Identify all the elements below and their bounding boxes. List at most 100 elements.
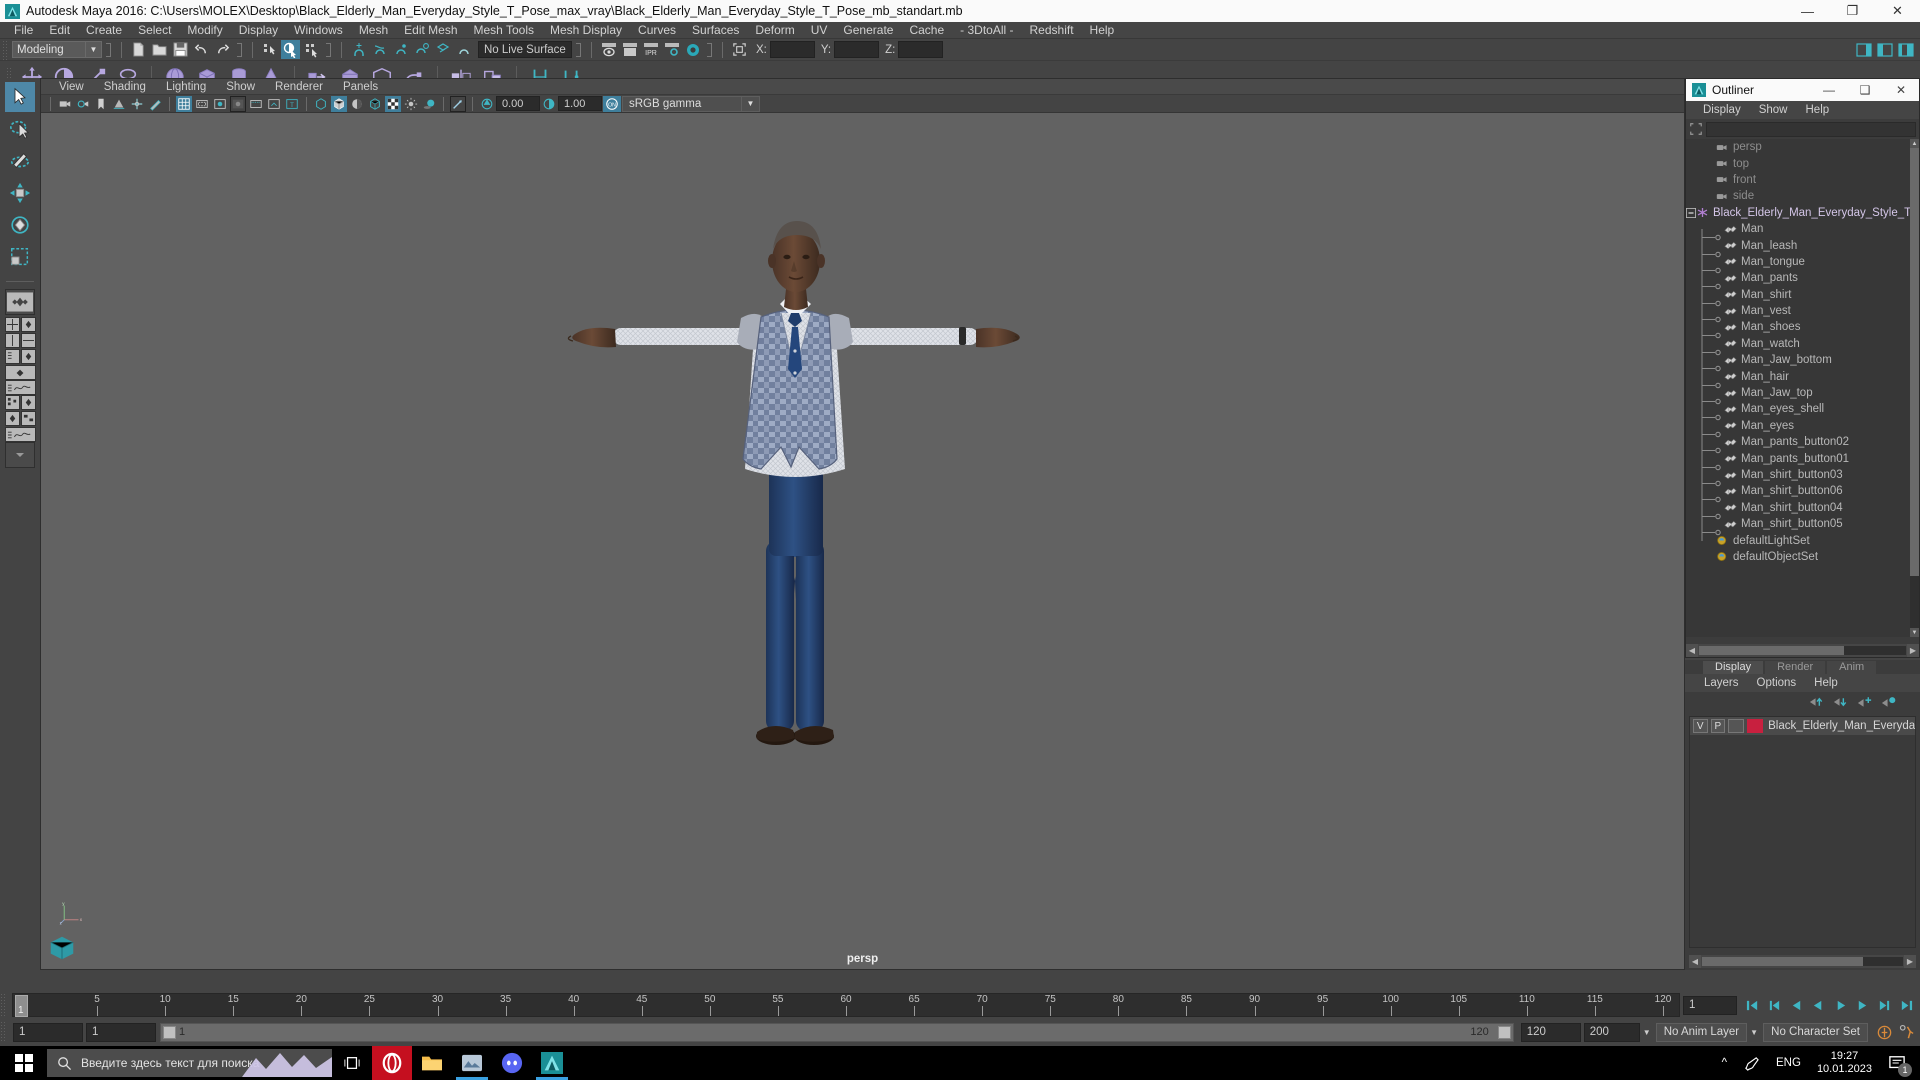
character-set-dropdown-arrow[interactable]: ▼ — [1747, 1023, 1761, 1042]
time-slider-grip[interactable] — [0, 993, 7, 1017]
paint-select-tool-button[interactable] — [5, 146, 35, 176]
outliner-hscroll-track[interactable] — [1699, 646, 1906, 655]
play-backwards-button[interactable] — [1808, 995, 1828, 1015]
outliner-item-man-eyes-shell[interactable]: Man_eyes_shell — [1686, 401, 1919, 427]
layout-outliner-persp-button[interactable] — [4, 349, 20, 364]
outliner-search-input[interactable] — [1706, 121, 1916, 137]
menu-item-generate[interactable]: Generate — [835, 22, 901, 39]
outliner-scroll-left-button[interactable]: ◀ — [1686, 644, 1698, 657]
outliner-item-man-hair[interactable]: Man_hair — [1686, 368, 1919, 394]
current-time-indicator[interactable]: 1 — [15, 995, 28, 1017]
viewport-3d-canvas[interactable]: y x z persp — [41, 113, 1684, 969]
outliner-item-man-jaw-top[interactable]: Man_Jaw_top — [1686, 385, 1919, 411]
range-start-handle[interactable] — [163, 1025, 176, 1039]
layer-menu-layers[interactable]: Layers — [1695, 674, 1748, 692]
layer-scroll-left-button[interactable]: ◀ — [1689, 955, 1701, 968]
menu-item-modify[interactable]: Modify — [179, 22, 230, 39]
go-to-end-button[interactable] — [1896, 995, 1916, 1015]
layer-scroll-right-button[interactable]: ▶ — [1904, 955, 1916, 968]
select-by-component-type-button[interactable] — [302, 40, 321, 59]
resolution-gate-icon[interactable] — [212, 96, 228, 112]
gamma-icon[interactable] — [541, 96, 557, 112]
outliner-menu-help[interactable]: Help — [1797, 101, 1839, 119]
outliner-scroll-thumb[interactable] — [1910, 148, 1919, 577]
screen-space-ao-icon[interactable] — [450, 95, 466, 112]
shaded-wireframe-icon[interactable] — [367, 96, 383, 112]
toggle-editors-button[interactable] — [730, 40, 749, 59]
outliner-maximize-button[interactable]: ❑ — [1847, 79, 1883, 101]
grid-toggle-icon[interactable] — [176, 95, 192, 112]
snap-to-curve-button[interactable] — [370, 40, 389, 59]
redo-render-button[interactable] — [620, 40, 639, 59]
sidebar-tool-settings-button[interactable] — [1875, 40, 1894, 59]
outliner-item-defaultobjectset[interactable]: defaultObjectSet — [1686, 549, 1919, 565]
outliner-item-side[interactable]: side — [1686, 188, 1919, 204]
layer-tab-anim[interactable]: Anim — [1827, 661, 1877, 674]
layer-playback-toggle[interactable]: P — [1710, 719, 1726, 733]
viewport-menu-view[interactable]: View — [49, 79, 94, 95]
menu-item-mesh[interactable]: Mesh — [351, 22, 396, 39]
expander-collapse-icon[interactable] — [1686, 207, 1696, 218]
opera-taskbar-icon[interactable] — [372, 1046, 412, 1080]
new-scene-button[interactable] — [129, 40, 148, 59]
step-forward-key-button[interactable] — [1874, 995, 1894, 1015]
screenshot-tool-taskbar-icon[interactable] — [452, 1046, 492, 1080]
toolbar-grip[interactable] — [2, 39, 9, 60]
menu-item-create[interactable]: Create — [78, 22, 130, 39]
live-surface-field[interactable]: No Live Surface — [478, 41, 572, 58]
texture-display-icon[interactable] — [385, 95, 401, 112]
gate-mask-icon[interactable] — [230, 95, 246, 112]
exposure-icon[interactable] — [248, 96, 264, 112]
redo-button[interactable] — [213, 40, 232, 59]
time-slider-track[interactable]: 1 5 10 15 20 25 30 35 40 45 50 55 60 65 70 75 80 85 90 95 1… — [12, 993, 1680, 1017]
outliner-hscroll-thumb[interactable] — [1699, 646, 1844, 655]
exposure-icon-2[interactable] — [479, 96, 495, 112]
save-scene-button[interactable] — [171, 40, 190, 59]
smooth-shading-icon[interactable] — [331, 95, 347, 112]
snap-to-point-button[interactable] — [391, 40, 410, 59]
open-scene-button[interactable] — [150, 40, 169, 59]
hypershade-button[interactable] — [683, 40, 702, 59]
menu-item-cache[interactable]: Cache — [901, 22, 952, 39]
layout-graph-editor-button[interactable] — [4, 380, 36, 395]
menu-item-redshift[interactable]: Redshift — [1022, 22, 1082, 39]
layer-scroll-thumb[interactable] — [1702, 957, 1863, 966]
outliner-item-man-tongue[interactable]: Man_tongue — [1686, 254, 1919, 279]
range-slider-bar[interactable]: 1 120 — [160, 1022, 1514, 1042]
snap-to-projected-center-button[interactable] — [412, 40, 431, 59]
scale-tool-button[interactable] — [5, 242, 35, 272]
select-tool-button[interactable] — [5, 82, 35, 112]
two-dimensional-pan-zoom-icon[interactable] — [129, 96, 145, 112]
layout-single-pane-button[interactable] — [5, 289, 35, 315]
menu-set-dropdown-arrow[interactable]: ▼ — [86, 41, 102, 58]
animation-start-time-field[interactable]: 1 — [13, 1022, 83, 1042]
exposure-value-field[interactable]: 0.00 — [496, 96, 540, 111]
animation-preferences-button[interactable] — [1896, 1022, 1916, 1042]
select-camera-icon[interactable] — [57, 96, 73, 112]
outliner-item-man-leash[interactable]: Man_leash — [1686, 237, 1919, 263]
outliner-scroll-down-button[interactable]: ▼ — [1910, 628, 1919, 637]
maximize-button[interactable]: ❐ — [1830, 0, 1875, 22]
outliner-item-defaultlightset[interactable]: defaultLightSet — [1686, 532, 1919, 548]
create-new-layer-icon[interactable] — [1854, 693, 1874, 711]
lasso-select-tool-button[interactable] — [5, 114, 35, 144]
menu-item-3dtoall[interactable]: - 3DtoAll - — [952, 22, 1021, 39]
layer-editor-scrollbar[interactable]: ◀ ▶ — [1689, 955, 1916, 968]
viewport-menu-lighting[interactable]: Lighting — [156, 79, 216, 95]
step-forward-frame-button[interactable] — [1852, 995, 1872, 1015]
layout-vertical-split-button[interactable] — [4, 333, 20, 348]
snap-to-grid-button[interactable] — [349, 40, 368, 59]
render-settings-button[interactable] — [662, 40, 681, 59]
range-slider-grip[interactable] — [0, 1021, 7, 1043]
viewport-menu-shading[interactable]: Shading — [94, 79, 156, 95]
taskbar-search-box[interactable]: Введите здесь текст для поиска — [47, 1049, 332, 1077]
layout-relationship-editor-button[interactable] — [20, 411, 36, 426]
menu-set-selector[interactable]: Modeling — [12, 41, 86, 58]
layout-persp-view-button[interactable] — [20, 317, 36, 332]
outliner-item-front[interactable]: front — [1686, 172, 1919, 188]
snap-to-view-planes-button[interactable] — [433, 40, 452, 59]
outliner-item-man[interactable]: Man — [1686, 221, 1919, 247]
bookmark-icon[interactable] — [93, 96, 109, 112]
outliner-menu-display[interactable]: Display — [1694, 101, 1750, 119]
play-forwards-button[interactable] — [1830, 995, 1850, 1015]
